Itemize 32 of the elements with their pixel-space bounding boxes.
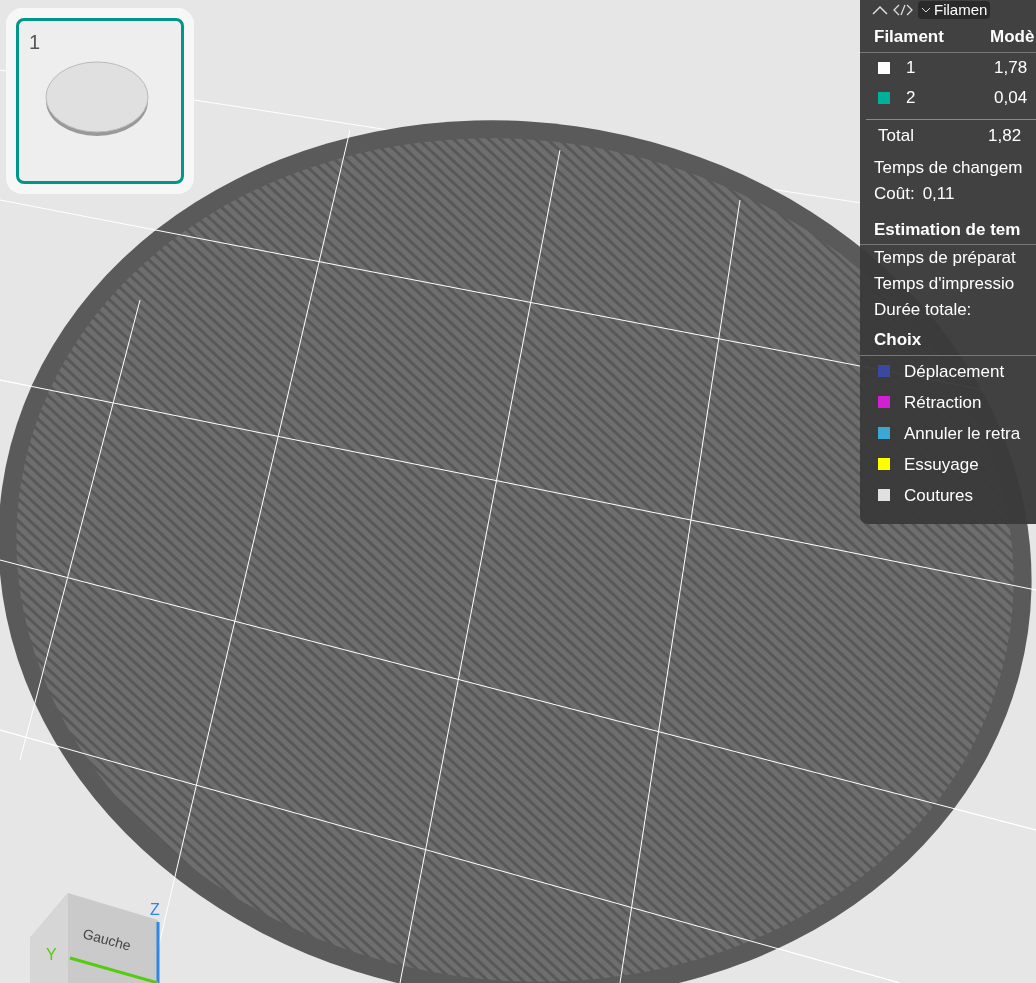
total-label: Total bbox=[878, 124, 915, 147]
total-value: 1,82 bbox=[988, 124, 1022, 147]
disc-icon bbox=[45, 61, 149, 137]
cost-value: 0,11 bbox=[922, 182, 955, 205]
cube-face-label: Gauche bbox=[81, 925, 133, 954]
z-axis-line bbox=[156, 922, 160, 983]
legend-label: Coutures bbox=[904, 484, 973, 507]
view-type-dropdown[interactable]: Filamen bbox=[918, 1, 991, 19]
section-title: Choix bbox=[860, 323, 1036, 356]
plate-number: 1 bbox=[29, 30, 41, 55]
code-icon[interactable] bbox=[893, 4, 913, 16]
section-title: Estimation de tem bbox=[860, 206, 1036, 245]
filament-number: 1 bbox=[906, 56, 916, 79]
axis-label: Z bbox=[150, 901, 160, 918]
plate-thumbnail[interactable]: 1 bbox=[16, 18, 184, 184]
legend-label: Déplacement bbox=[904, 360, 1005, 383]
legend-label: Essuyage bbox=[904, 453, 979, 476]
legend-label: Annuler le retra bbox=[904, 422, 1021, 445]
time-label: Durée totale: bbox=[873, 299, 973, 321]
time-label: Temps d'impressio bbox=[873, 273, 1016, 295]
time-label: Temps de préparat bbox=[873, 247, 1017, 269]
axis-label: Y bbox=[46, 946, 57, 963]
filament-usage: 0,04 bbox=[994, 86, 1028, 109]
column-header: Filament bbox=[874, 26, 945, 48]
legend-label: Rétraction bbox=[904, 391, 982, 414]
caret-icon bbox=[921, 7, 931, 13]
change-time-label: Temps de changem bbox=[873, 156, 1024, 179]
cost-label: Coût: bbox=[874, 182, 915, 205]
filament-usage: 1,78 bbox=[994, 56, 1028, 79]
collapse-icon[interactable] bbox=[872, 5, 888, 15]
filament-number: 2 bbox=[906, 86, 916, 109]
column-header: Modè bbox=[990, 26, 1035, 48]
